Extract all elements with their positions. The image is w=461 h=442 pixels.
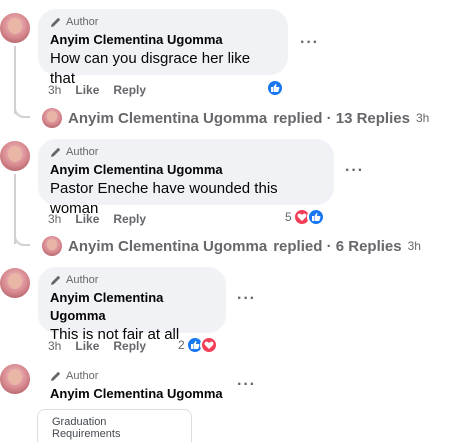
replies-author[interactable]: Anyim Clementina Ugomma: [68, 238, 267, 255]
author-label: Author: [66, 370, 99, 382]
avatar: [42, 236, 62, 256]
commenter-name[interactable]: Anyim Clementina Ugomma: [50, 289, 214, 325]
pencil-icon: [51, 371, 61, 381]
comment-bubble: Author Anyim Clementina Ugomma How can y…: [38, 9, 288, 87]
pencil-icon: [51, 147, 61, 157]
reactions-summary[interactable]: 2: [178, 336, 218, 354]
attachment-line-1: Graduation: [52, 416, 107, 428]
reaction-count: 5: [285, 210, 292, 224]
reply-button[interactable]: Reply: [113, 83, 146, 97]
timestamp[interactable]: 3h: [48, 83, 61, 97]
avatar[interactable]: [0, 141, 30, 171]
author-badge: Author: [50, 369, 223, 383]
replies-time: 3h: [415, 111, 430, 125]
replies-count[interactable]: replied · 13 Replies: [273, 110, 410, 127]
timestamp[interactable]: 3h: [48, 212, 61, 226]
more-options-icon[interactable]: ···: [237, 377, 256, 393]
author-label: Author: [66, 274, 99, 286]
comment-bubble: Author Anyim Clementina Ugomma Pastor En…: [38, 139, 334, 217]
reactions-summary[interactable]: 5: [285, 208, 325, 226]
like-reaction-icon: [266, 79, 284, 97]
reaction-count: 2: [178, 338, 185, 352]
author-label: Author: [66, 146, 99, 158]
attachment-preview[interactable]: Graduation Requirements: [37, 409, 192, 442]
comment-bubble: Author Anyim Clementina Ugomma This is n…: [38, 267, 226, 343]
view-replies-link[interactable]: Anyim Clementina Ugomma replied · 6 Repl…: [42, 236, 421, 256]
attachment-line-2: Requirements: [52, 428, 121, 440]
author-badge: Author: [50, 273, 214, 287]
comment-actions: 3h Like Reply: [48, 339, 146, 353]
author-label: Author: [66, 16, 99, 28]
author-badge: Author: [50, 15, 276, 29]
commenter-name[interactable]: Anyim Clementina Ugomma: [50, 385, 223, 403]
like-reaction-icon: [306, 208, 325, 226]
replies-count[interactable]: replied · 6 Replies: [273, 238, 401, 255]
more-options-icon[interactable]: ···: [300, 35, 319, 51]
timestamp[interactable]: 3h: [48, 339, 61, 353]
pencil-icon: [51, 275, 61, 285]
author-badge: Author: [50, 145, 322, 159]
avatar: [42, 108, 62, 128]
replies-author[interactable]: Anyim Clementina Ugomma: [68, 110, 267, 127]
more-options-icon[interactable]: ···: [237, 291, 256, 307]
comment-header: Author Anyim Clementina Ugomma: [50, 369, 223, 403]
thread-connector: [14, 100, 30, 118]
commenter-name[interactable]: Anyim Clementina Ugomma: [50, 31, 276, 49]
like-button[interactable]: Like: [75, 83, 99, 97]
pencil-icon: [51, 17, 61, 27]
avatar[interactable]: [0, 13, 30, 43]
like-button[interactable]: Like: [75, 339, 99, 353]
love-reaction-icon: [199, 336, 218, 354]
view-replies-link[interactable]: Anyim Clementina Ugomma replied · 13 Rep…: [42, 108, 429, 128]
like-button[interactable]: Like: [75, 212, 99, 226]
reply-button[interactable]: Reply: [113, 339, 146, 353]
avatar[interactable]: [0, 364, 30, 394]
reply-button[interactable]: Reply: [113, 212, 146, 226]
commenter-name[interactable]: Anyim Clementina Ugomma: [50, 161, 322, 179]
comment-actions: 3h Like Reply: [48, 83, 146, 97]
comment-actions: 3h Like Reply: [48, 212, 146, 226]
thread-connector: [14, 228, 30, 246]
avatar[interactable]: [0, 268, 30, 298]
replies-time: 3h: [407, 239, 421, 253]
more-options-icon[interactable]: ···: [345, 163, 364, 179]
reactions-summary[interactable]: [266, 79, 284, 97]
